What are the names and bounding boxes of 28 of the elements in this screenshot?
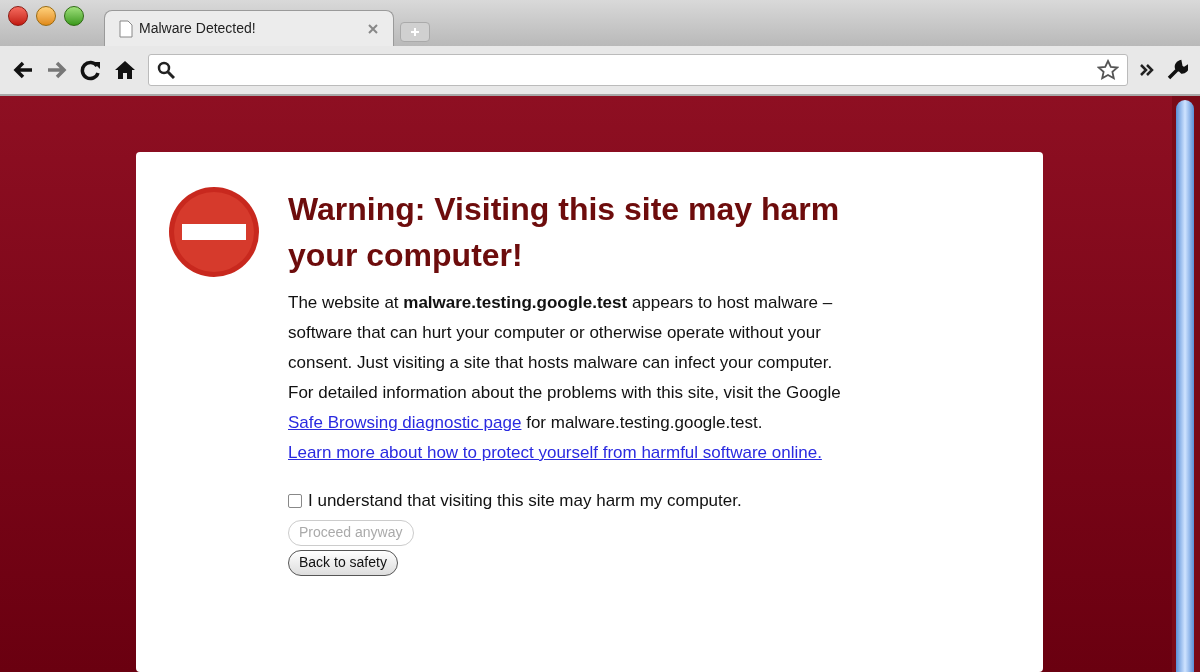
checkbox[interactable]: [288, 493, 302, 508]
tab-title: Malware Detected!: [139, 19, 257, 38]
zoom-window-icon[interactable]: [64, 6, 84, 26]
browser-tab[interactable]: Malware Detected!: [104, 10, 394, 46]
star-icon[interactable]: [1097, 59, 1119, 81]
reload-icon[interactable]: [80, 59, 102, 81]
new-tab-button[interactable]: [400, 22, 430, 42]
plus-icon: [410, 27, 420, 37]
forward-icon[interactable]: [46, 60, 68, 80]
chevron-icon[interactable]: [1140, 63, 1154, 77]
warning-message: The website at malware.testing.google.test appears to host malware – software that can hurt your computer or otherwise operate without your consent. Just visiting a site that hosts malware can infect your computer.: [288, 292, 834, 374]
search-icon: [157, 61, 175, 79]
close-tab-icon[interactable]: [367, 22, 379, 35]
back-icon[interactable]: [12, 60, 34, 80]
diagnostic-link[interactable]: Safe Browsing diagnostic page: [288, 413, 522, 432]
page-icon: [119, 19, 133, 38]
wrench-icon[interactable]: [1166, 59, 1188, 81]
home-icon[interactable]: [114, 59, 136, 81]
scrollbar-thumb[interactable]: [1176, 100, 1194, 672]
no-entry-icon: [168, 186, 260, 278]
address-field[interactable]: [148, 54, 1128, 86]
warning-title: Warning: Visiting this site may harm your computer!: [288, 190, 841, 275]
details-message: For detailed information about the problems with this site, visit the Google Safe Browsing diagnostic page for malware.testing.google.test.: [288, 382, 842, 434]
learn-more-link[interactable]: Learn more about how to protect yourself from harmful software online.: [288, 438, 822, 468]
close-window-icon[interactable]: [8, 6, 28, 26]
checkbox-label: I understand that visiting this site may harm my computer.: [308, 490, 742, 512]
action-button[interactable]: Back to safety: [288, 549, 398, 576]
minimize-window-icon[interactable]: [36, 6, 56, 26]
